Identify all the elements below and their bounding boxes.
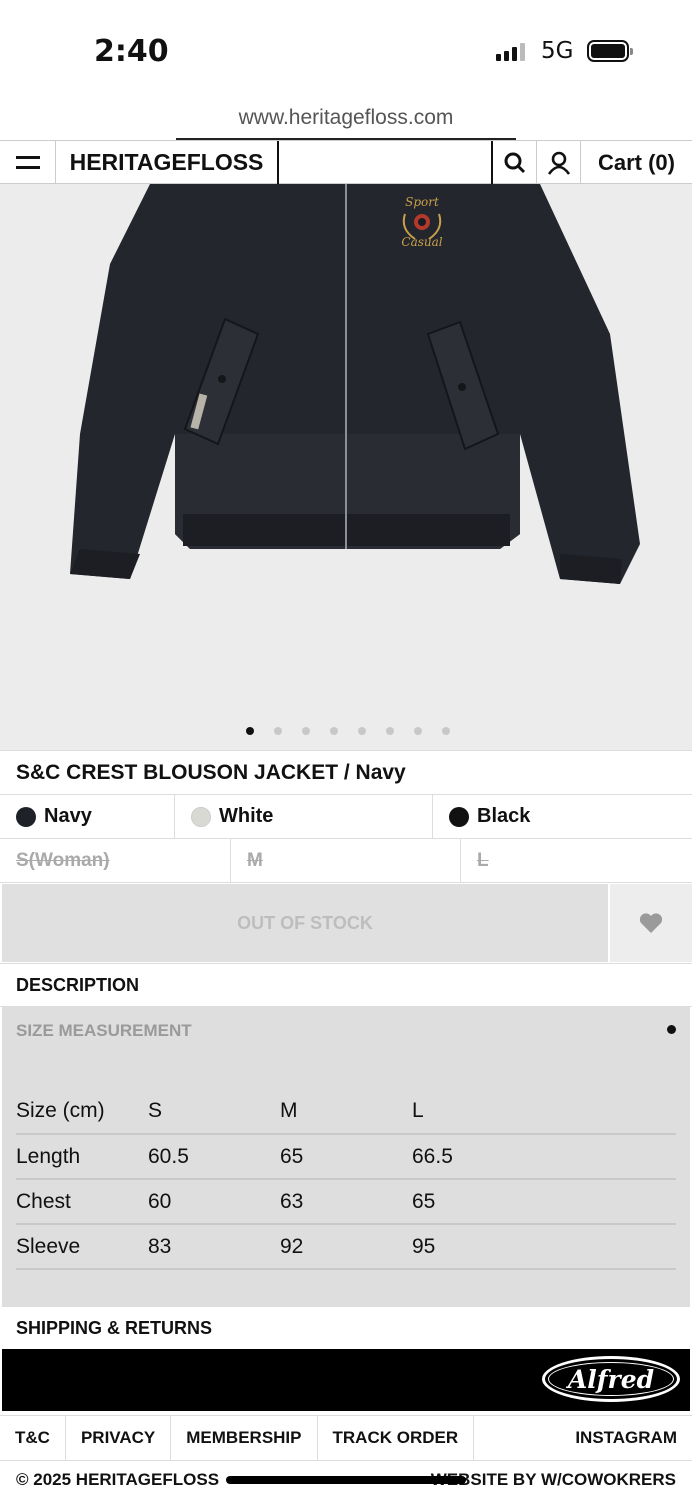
product-image[interactable]: Sport Casual [0, 184, 692, 750]
table-cell: 65 [412, 1179, 676, 1225]
color-option-navy[interactable]: Navy [0, 795, 175, 838]
search-input[interactable] [277, 141, 493, 184]
search-icon[interactable] [493, 141, 537, 184]
color-options: Navy White Black [0, 795, 692, 839]
wishlist-button[interactable] [610, 884, 692, 962]
table-cell: Length [16, 1134, 148, 1180]
gallery-dot[interactable] [302, 727, 310, 735]
color-swatch [16, 806, 36, 827]
size-table: Size (cm) S M L Length 60.5 65 66.5 Ches… [16, 1089, 676, 1270]
table-cell: 63 [280, 1179, 412, 1225]
size-option-s-woman[interactable]: S(Woman) [0, 839, 231, 882]
gallery-pagination[interactable] [0, 727, 692, 735]
table-header-row: Size (cm) S M L [16, 1089, 676, 1135]
table-cell: 60.5 [148, 1134, 280, 1180]
site-header: HERITAGEFLOSS Cart (0) [0, 140, 692, 184]
table-header-cell: M [280, 1089, 412, 1135]
site-credit[interactable]: WEBSITE BY W/COWOKRERS [431, 1470, 676, 1490]
footer-link-instagram[interactable]: INSTAGRAM [474, 1416, 692, 1460]
table-header-cell: Size (cm) [16, 1089, 148, 1135]
network-label: 5G [541, 38, 574, 64]
color-option-black[interactable]: Black [433, 795, 692, 838]
size-option-m[interactable]: M [231, 839, 461, 882]
table-cell: 66.5 [412, 1134, 676, 1180]
size-option-l[interactable]: L [461, 839, 692, 882]
table-cell: 60 [148, 1179, 280, 1225]
alfred-logo[interactable]: Alfred [542, 1356, 680, 1402]
footer-link-tc[interactable]: T&C [0, 1416, 66, 1460]
size-measurement-panel: SIZE MEASUREMENT Size (cm) S M L Length … [2, 1007, 690, 1307]
table-cell: 83 [148, 1224, 280, 1270]
gallery-dot[interactable] [414, 727, 422, 735]
size-measurement-toggle[interactable]: SIZE MEASUREMENT [16, 1021, 192, 1041]
cart-button[interactable]: Cart (0) [581, 141, 692, 184]
color-label: White [219, 805, 274, 827]
color-label: Black [477, 805, 531, 827]
table-header-cell: S [148, 1089, 280, 1135]
footer-link-membership[interactable]: MEMBERSHIP [171, 1416, 318, 1460]
table-cell: 65 [280, 1134, 412, 1180]
svg-text:Sport: Sport [405, 195, 439, 209]
brand-logo[interactable]: HERITAGEFLOSS [56, 141, 277, 184]
color-option-white[interactable]: White [175, 795, 433, 838]
clock: 2:40 [94, 34, 169, 69]
home-indicator[interactable] [226, 1476, 466, 1484]
gallery-dot[interactable] [442, 727, 450, 735]
account-icon[interactable] [537, 141, 581, 184]
heart-icon [639, 913, 663, 933]
table-cell: Sleeve [16, 1224, 148, 1270]
gallery-dot[interactable] [246, 727, 254, 735]
color-label: Navy [44, 805, 92, 827]
copyright: © 2025 HERITAGEFLOSS [16, 1470, 220, 1489]
shipping-returns-toggle[interactable]: SHIPPING & RETURNS [0, 1307, 692, 1349]
jacket-image: Sport Casual [70, 184, 640, 584]
battery-icon [587, 40, 633, 62]
gallery-dot[interactable] [358, 727, 366, 735]
gallery-dot[interactable] [274, 727, 282, 735]
footer-links: T&C PRIVACY MEMBERSHIP TRACK ORDER INSTA… [0, 1415, 692, 1461]
menu-button[interactable] [0, 141, 56, 184]
footer-link-track-order[interactable]: TRACK ORDER [318, 1416, 475, 1460]
color-swatch [449, 806, 469, 827]
table-cell: Chest [16, 1179, 148, 1225]
product-title: S&C CREST BLOUSON JACKET / Navy [0, 750, 692, 795]
signal-icon [496, 41, 525, 61]
table-cell: 95 [412, 1224, 676, 1270]
status-bar: 2:40 5G [0, 0, 692, 100]
color-swatch [191, 806, 211, 827]
out-of-stock-button[interactable]: OUT OF STOCK [2, 884, 608, 962]
url-bar[interactable]: www.heritagefloss.com [0, 106, 692, 130]
table-row: Chest 60 63 65 [16, 1179, 676, 1225]
gallery-dot[interactable] [386, 727, 394, 735]
footer-link-privacy[interactable]: PRIVACY [66, 1416, 172, 1460]
size-options: S(Woman) M L [0, 839, 692, 883]
description-toggle[interactable]: DESCRIPTION [0, 963, 692, 1007]
table-header-cell: L [412, 1089, 676, 1135]
gallery-dot[interactable] [330, 727, 338, 735]
footer-banner: Alfred [2, 1349, 690, 1411]
table-cell: 92 [280, 1224, 412, 1270]
table-row: Sleeve 83 92 95 [16, 1224, 676, 1270]
svg-text:Casual: Casual [401, 235, 442, 249]
expanded-indicator-icon [667, 1025, 676, 1034]
table-row: Length 60.5 65 66.5 [16, 1134, 676, 1180]
